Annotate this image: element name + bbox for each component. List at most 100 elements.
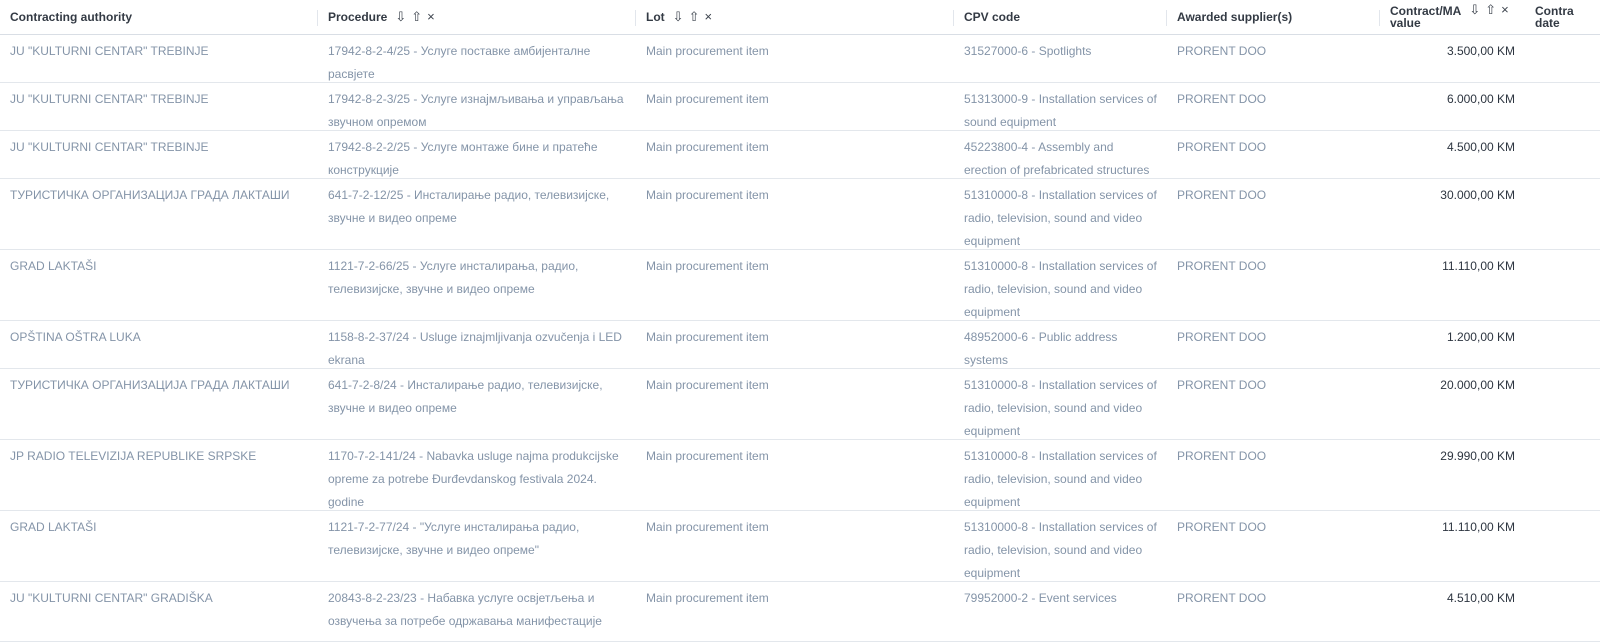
cell-contract-value: 30.000,00 KM	[1440, 188, 1515, 202]
cell-procedure[interactable]: 1170-7-2-141/24 - Nabavka usluge najma p…	[318, 440, 636, 510]
cell-lot[interactable]: Main procurement item	[636, 35, 954, 82]
cell-procedure[interactable]: 641-7-2-12/25 - Инсталирање радио, телев…	[318, 179, 636, 249]
cell-procedure[interactable]: 1121-7-2-66/25 - Услуге инсталирања, рад…	[318, 250, 636, 320]
column-header-procedure[interactable]: Procedure ⇩ ⇧ ×	[318, 0, 636, 34]
table-row[interactable]: JU "KULTURNI CENTAR" GRADIŠKA 20843-8-2-2…	[0, 582, 1600, 642]
column-header-contract-value[interactable]: Contract/MA value ⇩ ⇧ ×	[1380, 0, 1525, 34]
cell-cpv-code: 51310000-8 - Installation services of ra…	[964, 188, 1157, 248]
table-row[interactable]: GRAD LAKTAŠI 1121-7-2-66/25 - Услуге инст…	[0, 250, 1600, 321]
cell-lot[interactable]: Main procurement item	[636, 440, 954, 510]
table-row[interactable]: GRAD LAKTAŠI 1121-7-2-77/24 - "Услуге инс…	[0, 511, 1600, 582]
cell-contract-value: 20.000,00 KM	[1440, 378, 1515, 392]
column-header-lot[interactable]: Lot ⇩ ⇧ ×	[636, 0, 954, 34]
cell-awarded-supplier[interactable]: PRORENT DOO	[1167, 35, 1380, 82]
cell-cpv-code: 48952000-6 - Public address systems	[964, 330, 1118, 367]
table-header: Contracting authority Procedure ⇩ ⇧ × Lot …	[0, 0, 1600, 35]
cell-contract-date	[1525, 440, 1600, 510]
cell-cpv-code: 51310000-8 - Installation services of ra…	[964, 378, 1157, 438]
cell-lot[interactable]: Main procurement item	[636, 582, 954, 641]
cell-contract-value: 29.990,00 KM	[1440, 449, 1515, 463]
cell-contracting-authority[interactable]: JP RADIO TELEVIZIJA REPUBLIKE SRPSKE	[0, 440, 318, 510]
column-title: Procedure	[328, 10, 388, 24]
sort-descending-icon[interactable]: ⇩	[1469, 2, 1480, 17]
cell-procedure[interactable]: 17942-8-2-3/25 - Услуге изнајмљивања и у…	[318, 83, 636, 130]
cell-contract-value: 4.510,00 KM	[1446, 591, 1515, 605]
cell-lot[interactable]: Main procurement item	[636, 250, 954, 320]
cell-contract-value: 11.110,00 KM	[1442, 259, 1515, 273]
cell-contract-value: 1.200,00 KM	[1446, 330, 1515, 344]
sort-descending-icon[interactable]: ⇩	[673, 9, 684, 24]
cell-awarded-supplier[interactable]: PRORENT DOO	[1167, 369, 1380, 439]
cell-lot[interactable]: Main procurement item	[636, 131, 954, 178]
cell-cpv-code: 51310000-8 - Installation services of ra…	[964, 259, 1157, 319]
cell-cpv-code: 51310000-8 - Installation services of ra…	[964, 520, 1157, 580]
cell-lot[interactable]: Main procurement item	[636, 511, 954, 581]
table-row[interactable]: JU "KULTURNI CENTAR" TREBINJE 17942-8-2-2…	[0, 131, 1600, 179]
cell-contracting-authority[interactable]: ТУРИСТИЧКА ОРГАНИЗАЦИЈА ГРАДА ЛАКТАШИ	[0, 369, 318, 439]
column-header-awarded-suppliers[interactable]: Awarded supplier(s)	[1167, 0, 1380, 34]
cell-contracting-authority[interactable]: GRAD LAKTAŠI	[0, 511, 318, 581]
cell-awarded-supplier[interactable]: PRORENT DOO	[1167, 321, 1380, 368]
cell-procedure[interactable]: 1158-8-2-37/24 - Usluge iznajmljivanja o…	[318, 321, 636, 368]
column-title: Contracting authority	[10, 10, 132, 24]
cell-contract-value: 6.000,00 KM	[1446, 92, 1515, 106]
cell-contract-value: 11.110,00 KM	[1442, 520, 1515, 534]
cell-procedure[interactable]: 1121-7-2-77/24 - "Услуге инсталирања рад…	[318, 511, 636, 581]
remove-column-icon[interactable]: ×	[1501, 2, 1509, 17]
column-header-contract-date[interactable]: Contra date	[1525, 0, 1600, 34]
cell-contract-date	[1525, 511, 1600, 581]
cell-contracting-authority[interactable]: GRAD LAKTAŠI	[0, 250, 318, 320]
cell-contracting-authority[interactable]: JU "KULTURNI CENTAR" TREBINJE	[0, 83, 318, 130]
table-row[interactable]: JU "KULTURNI CENTAR" TREBINJE 17942-8-2-4…	[0, 35, 1600, 83]
table-row[interactable]: JP RADIO TELEVIZIJA REPUBLIKE SRPSKE 1170…	[0, 440, 1600, 511]
column-title-line: date	[1535, 16, 1560, 30]
cell-contracting-authority[interactable]: JU "KULTURNI CENTAR" TREBINJE	[0, 35, 318, 82]
table-row[interactable]: ТУРИСТИЧКА ОРГАНИЗАЦИЈА ГРАДА ЛАКТАШИ 641…	[0, 179, 1600, 250]
sort-descending-icon[interactable]: ⇩	[395, 9, 406, 24]
column-title: CPV code	[964, 10, 1021, 24]
cell-awarded-supplier[interactable]: PRORENT DOO	[1167, 131, 1380, 178]
cell-lot[interactable]: Main procurement item	[636, 369, 954, 439]
column-title: Awarded supplier(s)	[1177, 10, 1293, 24]
sort-ascending-icon[interactable]: ⇧	[1485, 2, 1496, 17]
cell-lot[interactable]: Main procurement item	[636, 83, 954, 130]
sort-ascending-icon[interactable]: ⇧	[411, 9, 422, 24]
cell-awarded-supplier[interactable]: PRORENT DOO	[1167, 511, 1380, 581]
cell-procedure[interactable]: 20843-8-2-23/23 - Набавка услуге освјетљ…	[318, 582, 636, 641]
table-row[interactable]: ТУРИСТИЧКА ОРГАНИЗАЦИЈА ГРАДА ЛАКТАШИ 641…	[0, 369, 1600, 440]
remove-column-icon[interactable]: ×	[704, 9, 712, 24]
cell-contract-date	[1525, 582, 1600, 641]
cell-procedure[interactable]: 17942-8-2-2/25 - Услуге монтаже бине и п…	[318, 131, 636, 178]
cell-awarded-supplier[interactable]: PRORENT DOO	[1167, 179, 1380, 249]
cell-procedure[interactable]: 17942-8-2-4/25 - Услуге поставке амбијен…	[318, 35, 636, 82]
column-header-cpv-code[interactable]: CPV code	[954, 0, 1167, 34]
cell-contract-value: 3.500,00 KM	[1446, 44, 1515, 58]
column-header-contracting-authority[interactable]: Contracting authority	[0, 0, 318, 34]
cell-lot[interactable]: Main procurement item	[636, 321, 954, 368]
cell-contract-value: 4.500,00 KM	[1446, 140, 1515, 154]
cell-awarded-supplier[interactable]: PRORENT DOO	[1167, 83, 1380, 130]
cell-cpv-code: 31527000-6 - Spotlights	[964, 44, 1092, 58]
column-title: Contra date	[1535, 5, 1574, 29]
cell-awarded-supplier[interactable]: PRORENT DOO	[1167, 250, 1380, 320]
cell-contracting-authority[interactable]: OPŠTINA OŠTRA LUKA	[0, 321, 318, 368]
cell-contract-date	[1525, 83, 1600, 130]
column-title: Lot	[646, 10, 665, 24]
table-row[interactable]: JU "KULTURNI CENTAR" TREBINJE 17942-8-2-3…	[0, 83, 1600, 131]
table-row[interactable]: OPŠTINA OŠTRA LUKA 1158-8-2-37/24 - Uslug…	[0, 321, 1600, 369]
sort-ascending-icon[interactable]: ⇧	[689, 9, 700, 24]
cell-cpv-code: 51310000-8 - Installation services of ra…	[964, 449, 1157, 509]
cell-awarded-supplier[interactable]: PRORENT DOO	[1167, 582, 1380, 641]
procurement-table: Contracting authority Procedure ⇩ ⇧ × Lot …	[0, 0, 1600, 642]
cell-contracting-authority[interactable]: JU "KULTURNI CENTAR" TREBINJE	[0, 131, 318, 178]
cell-awarded-supplier[interactable]: PRORENT DOO	[1167, 440, 1380, 510]
remove-column-icon[interactable]: ×	[427, 9, 435, 24]
cell-procedure[interactable]: 641-7-2-8/24 - Инсталирање радио, телеви…	[318, 369, 636, 439]
cell-contracting-authority[interactable]: ТУРИСТИЧКА ОРГАНИЗАЦИЈА ГРАДА ЛАКТАШИ	[0, 179, 318, 249]
column-title: Contract/MA value	[1390, 5, 1461, 29]
cell-cpv-code: 51313000-9 - Installation services of so…	[964, 92, 1157, 129]
column-title-line: value	[1390, 16, 1421, 30]
cell-contracting-authority[interactable]: JU "KULTURNI CENTAR" GRADIŠKA	[0, 582, 318, 641]
cell-contract-date	[1525, 179, 1600, 249]
cell-lot[interactable]: Main procurement item	[636, 179, 954, 249]
